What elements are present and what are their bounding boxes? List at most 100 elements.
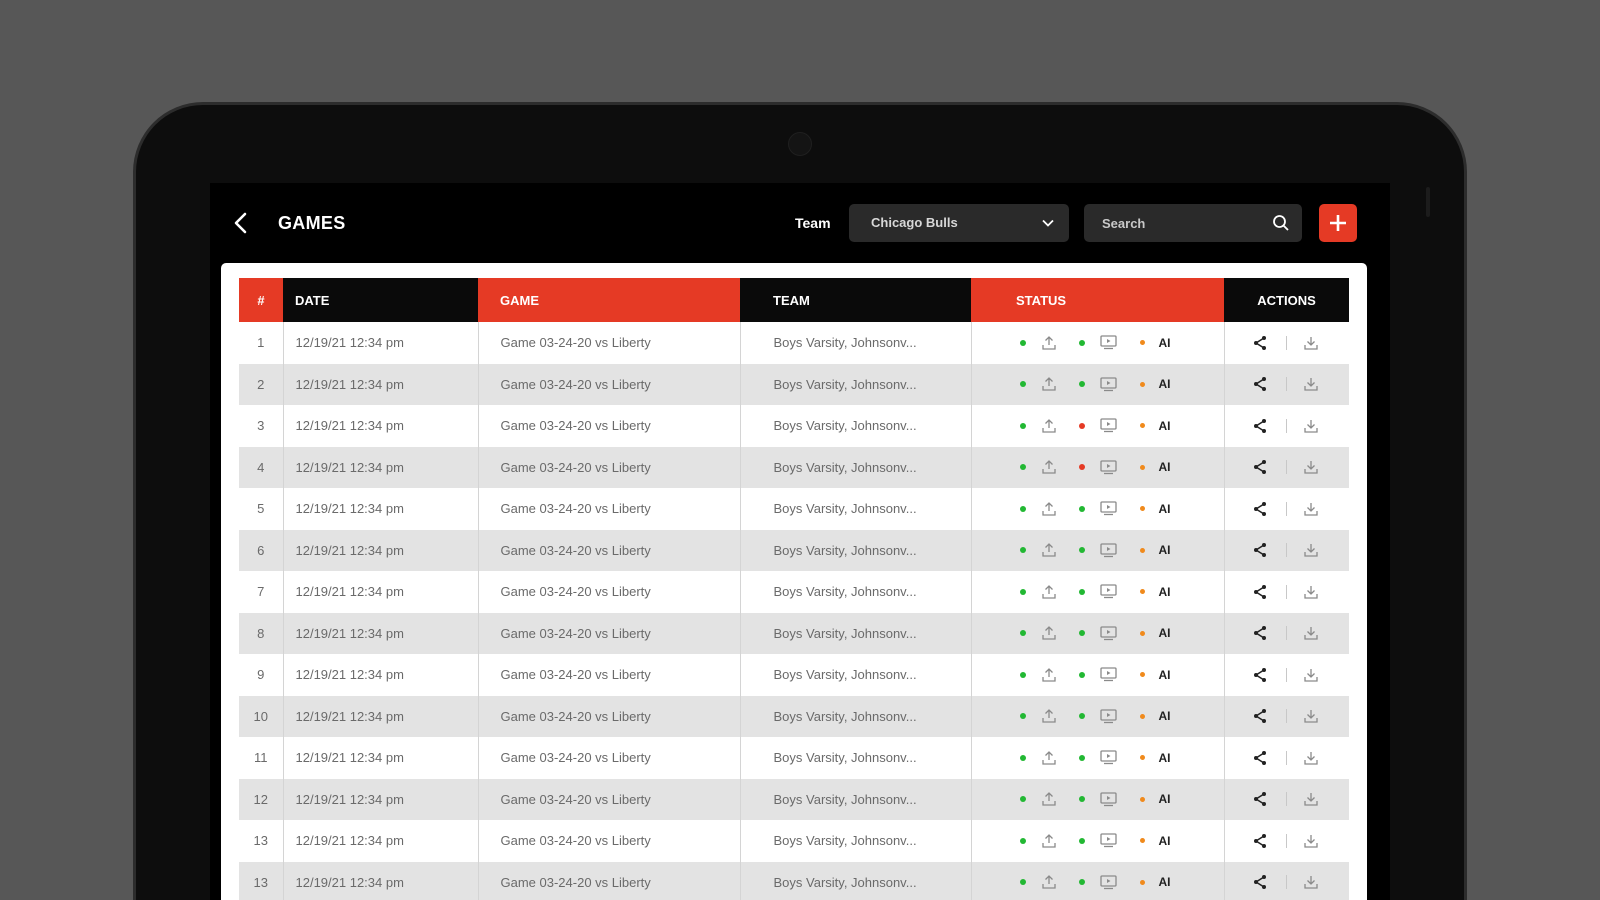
download-icon[interactable] <box>1303 791 1319 807</box>
share-icon[interactable] <box>1252 750 1268 766</box>
upload-icon[interactable] <box>1041 833 1057 849</box>
table-row[interactable]: 13 12/19/21 12:34 pm Game 03-24-20 vs Li… <box>239 820 1349 862</box>
video-icon[interactable] <box>1099 460 1117 475</box>
video-icon[interactable] <box>1099 792 1117 807</box>
row-game[interactable]: Game 03-24-20 vs Liberty <box>478 446 741 488</box>
table-row[interactable]: 2 12/19/21 12:34 pm Game 03-24-20 vs Lib… <box>239 363 1349 405</box>
row-game[interactable]: Game 03-24-20 vs Liberty <box>478 820 741 862</box>
download-icon[interactable] <box>1303 833 1319 849</box>
search-input[interactable] <box>1084 204 1264 242</box>
row-game[interactable]: Game 03-24-20 vs Liberty <box>478 654 741 696</box>
video-icon[interactable] <box>1099 709 1117 724</box>
upload-icon[interactable] <box>1041 335 1057 351</box>
column-header-number[interactable]: # <box>239 278 283 322</box>
share-icon[interactable] <box>1252 542 1268 558</box>
table-row[interactable]: 11 12/19/21 12:34 pm Game 03-24-20 vs Li… <box>239 737 1349 779</box>
upload-icon[interactable] <box>1041 874 1057 890</box>
table-row[interactable]: 6 12/19/21 12:34 pm Game 03-24-20 vs Lib… <box>239 529 1349 571</box>
upload-icon[interactable] <box>1041 459 1057 475</box>
upload-icon[interactable] <box>1041 418 1057 434</box>
share-icon[interactable] <box>1252 584 1268 600</box>
upload-icon[interactable] <box>1041 708 1057 724</box>
download-icon[interactable] <box>1303 418 1319 434</box>
video-icon[interactable] <box>1099 418 1117 433</box>
upload-icon[interactable] <box>1041 667 1057 683</box>
row-game[interactable]: Game 03-24-20 vs Liberty <box>478 737 741 779</box>
row-game[interactable]: Game 03-24-20 vs Liberty <box>478 322 741 364</box>
video-icon[interactable] <box>1099 584 1117 599</box>
download-icon[interactable] <box>1303 501 1319 517</box>
download-icon[interactable] <box>1303 708 1319 724</box>
row-game[interactable]: Game 03-24-20 vs Liberty <box>478 861 741 900</box>
video-icon[interactable] <box>1099 667 1117 682</box>
table-row[interactable]: 4 12/19/21 12:34 pm Game 03-24-20 vs Lib… <box>239 446 1349 488</box>
status-dot-upload <box>1019 713 1026 720</box>
download-icon[interactable] <box>1303 625 1319 641</box>
share-icon[interactable] <box>1252 335 1268 351</box>
share-icon[interactable] <box>1252 459 1268 475</box>
download-icon[interactable] <box>1303 459 1319 475</box>
share-icon[interactable] <box>1252 667 1268 683</box>
row-game[interactable]: Game 03-24-20 vs Liberty <box>478 571 741 613</box>
table-row[interactable]: 5 12/19/21 12:34 pm Game 03-24-20 vs Lib… <box>239 488 1349 530</box>
table-row[interactable]: 12 12/19/21 12:34 pm Game 03-24-20 vs Li… <box>239 778 1349 820</box>
row-game[interactable]: Game 03-24-20 vs Liberty <box>478 405 741 447</box>
video-icon[interactable] <box>1099 833 1117 848</box>
table-row[interactable]: 1 12/19/21 12:34 pm Game 03-24-20 vs Lib… <box>239 322 1349 364</box>
column-header-game[interactable]: GAME <box>478 278 740 322</box>
upload-icon[interactable] <box>1041 625 1057 641</box>
download-icon[interactable] <box>1303 335 1319 351</box>
video-icon[interactable] <box>1099 543 1117 558</box>
download-icon[interactable] <box>1303 542 1319 558</box>
table-row[interactable]: 10 12/19/21 12:34 pm Game 03-24-20 vs Li… <box>239 695 1349 737</box>
row-game[interactable]: Game 03-24-20 vs Liberty <box>478 695 741 737</box>
ai-status-label: AI <box>1158 335 1171 350</box>
share-icon[interactable] <box>1252 376 1268 392</box>
status-dot-ai <box>1139 506 1145 512</box>
upload-icon[interactable] <box>1041 750 1057 766</box>
download-icon[interactable] <box>1303 874 1319 890</box>
video-icon[interactable] <box>1099 750 1117 765</box>
share-icon[interactable] <box>1252 833 1268 849</box>
share-icon[interactable] <box>1252 625 1268 641</box>
table-row[interactable]: 8 12/19/21 12:34 pm Game 03-24-20 vs Lib… <box>239 612 1349 654</box>
upload-icon[interactable] <box>1041 791 1057 807</box>
column-header-date[interactable]: DATE <box>283 278 478 322</box>
upload-icon[interactable] <box>1041 584 1057 600</box>
table-row[interactable]: 7 12/19/21 12:34 pm Game 03-24-20 vs Lib… <box>239 571 1349 613</box>
download-icon[interactable] <box>1303 750 1319 766</box>
video-icon[interactable] <box>1099 335 1117 350</box>
share-icon[interactable] <box>1252 874 1268 890</box>
download-icon[interactable] <box>1303 376 1319 392</box>
video-icon[interactable] <box>1099 875 1117 890</box>
team-select[interactable]: Chicago Bulls <box>849 204 1069 242</box>
table-row[interactable]: 13 12/19/21 12:34 pm Game 03-24-20 vs Li… <box>239 861 1349 900</box>
share-icon[interactable] <box>1252 501 1268 517</box>
row-game[interactable]: Game 03-24-20 vs Liberty <box>478 612 741 654</box>
row-date: 12/19/21 12:34 pm <box>283 488 479 530</box>
video-icon[interactable] <box>1099 377 1117 392</box>
row-game[interactable]: Game 03-24-20 vs Liberty <box>478 363 741 405</box>
table-row[interactable]: 3 12/19/21 12:34 pm Game 03-24-20 vs Lib… <box>239 405 1349 447</box>
column-header-team[interactable]: TEAM <box>740 278 971 322</box>
upload-icon[interactable] <box>1041 542 1057 558</box>
table-row[interactable]: 9 12/19/21 12:34 pm Game 03-24-20 vs Lib… <box>239 654 1349 696</box>
add-game-button[interactable] <box>1319 204 1357 242</box>
column-header-status[interactable]: STATUS <box>971 278 1224 322</box>
upload-icon[interactable] <box>1041 501 1057 517</box>
download-icon[interactable] <box>1303 667 1319 683</box>
share-icon[interactable] <box>1252 791 1268 807</box>
share-icon[interactable] <box>1252 708 1268 724</box>
video-icon[interactable] <box>1099 501 1117 516</box>
share-icon[interactable] <box>1252 418 1268 434</box>
row-status: AI <box>971 363 1225 405</box>
download-icon[interactable] <box>1303 584 1319 600</box>
row-game[interactable]: Game 03-24-20 vs Liberty <box>478 488 741 530</box>
back-button[interactable] <box>230 211 252 235</box>
row-game[interactable]: Game 03-24-20 vs Liberty <box>478 529 741 571</box>
upload-icon[interactable] <box>1041 376 1057 392</box>
row-game[interactable]: Game 03-24-20 vs Liberty <box>478 778 741 820</box>
search-icon[interactable] <box>1272 214 1290 232</box>
status-dot-video <box>1078 837 1085 844</box>
video-icon[interactable] <box>1099 626 1117 641</box>
